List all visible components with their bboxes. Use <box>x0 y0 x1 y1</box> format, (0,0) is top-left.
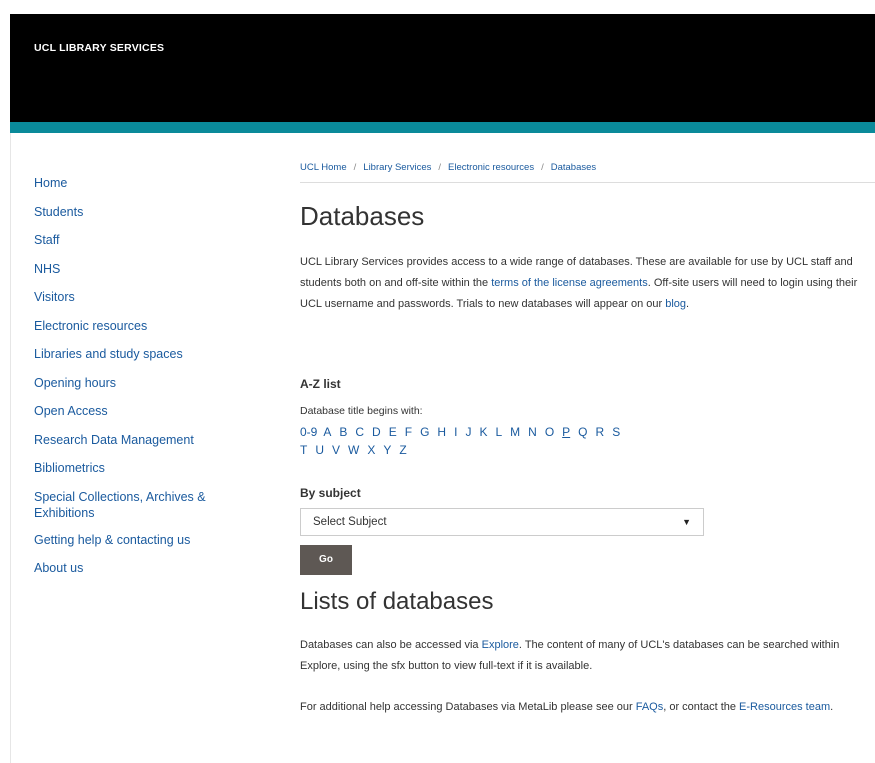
az-letter-0-9[interactable]: 0-9 <box>300 423 317 441</box>
sidebar-item-bibliometrics[interactable]: Bibliometrics <box>34 460 254 476</box>
az-letter-x[interactable]: X <box>367 441 375 459</box>
az-letter-q[interactable]: Q <box>578 423 587 441</box>
breadcrumb-separator: / <box>353 162 357 173</box>
az-letter-k[interactable]: K <box>479 423 487 441</box>
sidebar-item-special-collections[interactable]: Special Collections, Archives & Exhibiti… <box>34 489 254 521</box>
az-letter-n[interactable]: N <box>528 423 537 441</box>
blog-link[interactable]: blog <box>665 298 686 310</box>
sidebar-item-visitors[interactable]: Visitors <box>34 289 254 305</box>
az-letter-i[interactable]: I <box>454 423 457 441</box>
sidebar-item-students[interactable]: Students <box>34 204 254 220</box>
sidebar-item-open-access[interactable]: Open Access <box>34 403 254 419</box>
az-letter-f[interactable]: F <box>405 423 412 441</box>
eresources-team-link[interactable]: E-Resources team <box>739 701 830 713</box>
breadcrumb-ucl-home[interactable]: UCL Home <box>300 162 347 173</box>
breadcrumb-databases[interactable]: Databases <box>551 162 596 173</box>
breadcrumb-library-services[interactable]: Library Services <box>363 162 431 173</box>
az-letter-u[interactable]: U <box>315 441 324 459</box>
subject-select[interactable]: Select Subject ▼ <box>300 508 704 536</box>
az-letter-h[interactable]: H <box>437 423 446 441</box>
az-letter-m[interactable]: M <box>510 423 520 441</box>
intro-text: . <box>686 298 690 310</box>
lists-title: Lists of databases <box>300 588 494 615</box>
az-letter-r[interactable]: R <box>596 423 605 441</box>
az-letter-e[interactable]: E <box>389 423 397 441</box>
header-accent-bar <box>10 122 875 133</box>
sidebar-item-libraries[interactable]: Libraries and study spaces <box>34 346 254 362</box>
az-letter-v[interactable]: V <box>332 441 340 459</box>
faqs-link[interactable]: FAQs <box>636 701 664 713</box>
dropdown-arrow-icon: ▼ <box>682 517 691 527</box>
az-row: 0-9 A B C D E F G H I J K L M N O P Q R S <box>300 423 720 441</box>
az-letter-c[interactable]: C <box>355 423 364 441</box>
sidebar-item-research-data[interactable]: Research Data Management <box>34 432 254 448</box>
page-left-border <box>10 133 11 763</box>
sidebar-item-getting-help[interactable]: Getting help & contacting us <box>34 532 254 548</box>
az-letter-z[interactable]: Z <box>399 441 406 459</box>
az-letter-g[interactable]: G <box>420 423 429 441</box>
az-letter-b[interactable]: B <box>339 423 347 441</box>
help-text: . <box>830 701 834 713</box>
az-row: TUVWXYZ <box>300 441 720 459</box>
sidebar-item-nhs[interactable]: NHS <box>34 261 254 277</box>
az-letter-s[interactable]: S <box>612 423 620 441</box>
sidebar-nav: Home Students Staff NHS Visitors Electro… <box>34 175 254 589</box>
sidebar-item-about-us[interactable]: About us <box>34 560 254 576</box>
az-letter-j[interactable]: J <box>465 423 471 441</box>
breadcrumb: UCL Home / Library Services / Electronic res… <box>300 162 596 173</box>
sidebar-item-staff[interactable]: Staff <box>34 232 254 248</box>
explore-link[interactable]: Explore <box>482 639 519 651</box>
breadcrumb-separator: / <box>438 162 442 173</box>
breadcrumb-divider <box>300 182 875 183</box>
sidebar-item-opening-hours[interactable]: Opening hours <box>34 375 254 391</box>
az-letter-d[interactable]: D <box>372 423 381 441</box>
license-terms-link[interactable]: terms of the license agreements <box>491 277 648 289</box>
az-letter-index: 0-9 A B C D E F G H I J K L M N O P Q R S TUVWXYZ <box>300 423 720 459</box>
go-button[interactable]: Go <box>300 545 352 575</box>
az-letter-p[interactable]: P <box>562 423 570 441</box>
sidebar-item-home[interactable]: Home <box>34 175 254 191</box>
az-letter-w[interactable]: W <box>348 441 359 459</box>
help-text: , or contact the <box>663 701 740 713</box>
site-brand[interactable]: UCL LIBRARY SERVICES <box>34 42 164 54</box>
az-letter-t[interactable]: T <box>300 441 307 459</box>
breadcrumb-separator: / <box>541 162 544 173</box>
explore-paragraph: Databases can also be accessed via Explo… <box>300 635 860 677</box>
sidebar-item-electronic-resources[interactable]: Electronic resources <box>34 318 254 334</box>
explore-text: Databases can also be accessed via <box>300 639 482 651</box>
subject-select-value: Select Subject <box>313 516 387 528</box>
az-letter-y[interactable]: Y <box>383 441 391 459</box>
az-letter-l[interactable]: L <box>495 423 502 441</box>
help-text: For additional help accessing Databases … <box>300 701 636 713</box>
breadcrumb-electronic-resources[interactable]: Electronic resources <box>448 162 534 173</box>
az-caption: Database title begins with: <box>300 405 423 417</box>
az-letter-a[interactable]: A <box>323 423 331 441</box>
intro-paragraph: UCL Library Services provides access to … <box>300 252 860 315</box>
az-list-heading: A-Z list <box>300 377 341 391</box>
az-letter-o[interactable]: O <box>545 423 554 441</box>
subject-heading: By subject <box>300 486 361 500</box>
help-paragraph: For additional help accessing Databases … <box>300 697 860 718</box>
site-header: UCL LIBRARY SERVICES <box>10 14 875 122</box>
page-title: Databases <box>300 201 425 231</box>
